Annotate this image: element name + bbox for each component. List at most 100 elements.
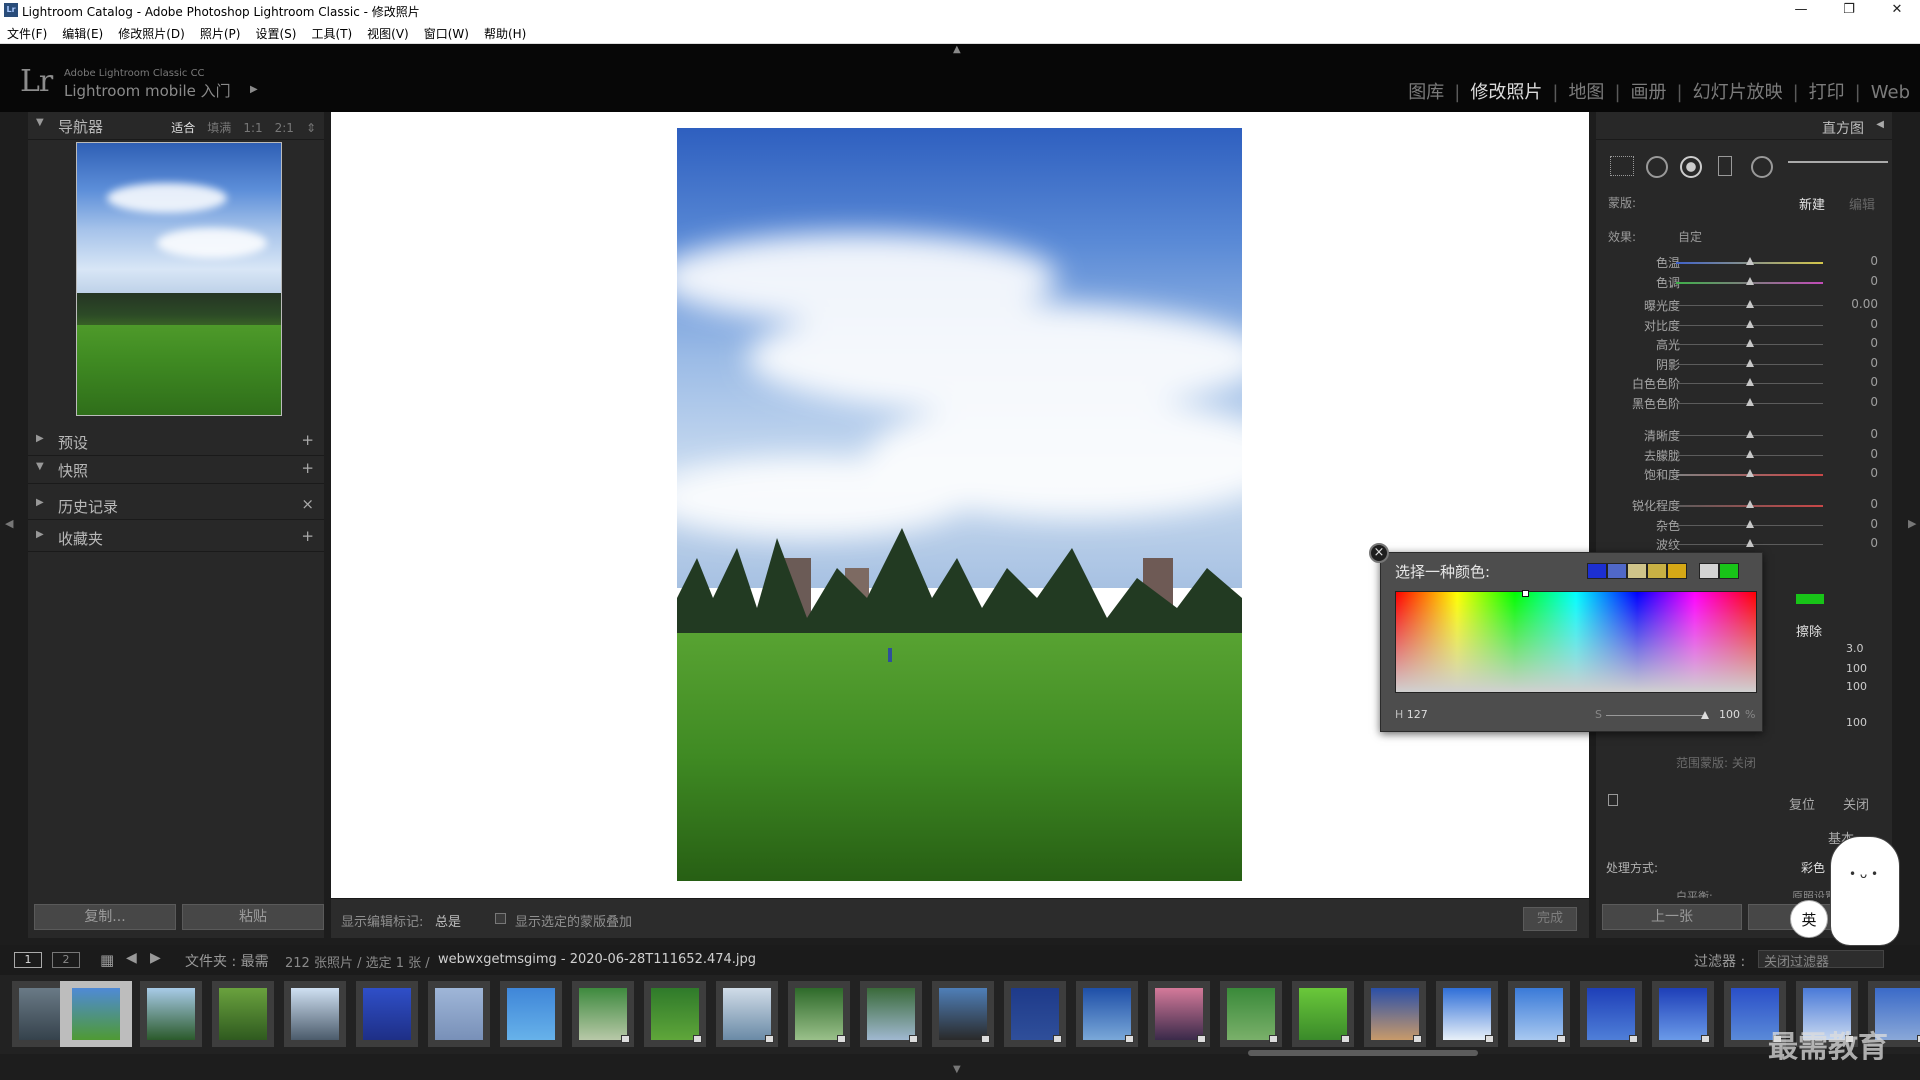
mobile-getting-started[interactable]: Lightroom mobile 入门	[64, 80, 231, 101]
add-collection-icon[interactable]: +	[301, 527, 314, 545]
filmstrip-scrollbar[interactable]	[1248, 1050, 1478, 1056]
play-triangle-icon[interactable]: ▶	[250, 84, 258, 95]
menu-tools[interactable]: 工具(T)	[304, 22, 360, 42]
filmstrip-thumbnail[interactable]	[1292, 981, 1354, 1047]
slider-knob[interactable]	[1746, 469, 1754, 477]
slider-knob[interactable]	[1746, 449, 1754, 458]
reset-button[interactable]: 复位	[1789, 794, 1815, 813]
collections-header[interactable]: ▶ 收藏夹 +	[28, 524, 324, 552]
filmstrip-thumbnail[interactable]	[1220, 981, 1282, 1047]
filmstrip-thumbnail[interactable]	[788, 981, 850, 1047]
minimize-button[interactable]: —	[1778, 0, 1824, 22]
filmstrip-thumbnail[interactable]	[500, 981, 562, 1047]
radial-filter-icon[interactable]	[1751, 156, 1773, 178]
copy-settings-button[interactable]: 复制...	[34, 904, 176, 930]
collapse-bottom-arrow-icon[interactable]: ▼	[953, 1064, 961, 1075]
filmstrip-thumbnail[interactable]	[1580, 981, 1642, 1047]
color-cursor[interactable]	[1522, 590, 1529, 597]
mask-new-button[interactable]: 新建	[1799, 194, 1825, 213]
slider-value[interactable]: 0	[1870, 395, 1878, 409]
menu-file[interactable]: 文件(F)	[0, 22, 55, 42]
menu-view[interactable]: 视图(V)	[360, 22, 417, 42]
zoom-fill[interactable]: 填满	[207, 121, 231, 135]
grid-view-icon[interactable]: ▦	[100, 951, 114, 969]
filmstrip-thumbnail[interactable]	[140, 981, 202, 1047]
filmstrip-thumbnail[interactable]	[1364, 981, 1426, 1047]
forward-arrow-icon[interactable]: ▶	[150, 950, 161, 966]
filmstrip-thumbnail[interactable]	[644, 981, 706, 1047]
main-photo[interactable]	[677, 128, 1242, 881]
slider-knob[interactable]	[1746, 339, 1754, 347]
slider-knob[interactable]	[1746, 539, 1754, 547]
slider-knob[interactable]	[1746, 378, 1754, 386]
zoom-1-1[interactable]: 1:1	[243, 121, 262, 135]
color-swatch[interactable]	[1647, 563, 1667, 579]
color-swatch[interactable]	[1627, 563, 1647, 579]
color-spectrum[interactable]	[1395, 590, 1757, 693]
slider-knob[interactable]	[1746, 430, 1754, 438]
snapshots-header[interactable]: ▼ 快照 +	[28, 456, 324, 484]
filmstrip-thumbnail[interactable]	[428, 981, 490, 1047]
filmstrip-thumbnail[interactable]	[1436, 981, 1498, 1047]
folder-path[interactable]: 文件夹 : 最需	[185, 951, 269, 971]
graduated-filter-icon[interactable]	[1718, 156, 1732, 176]
show-edit-pins-select[interactable]: 总是	[435, 911, 461, 930]
color-swatch[interactable]	[1719, 563, 1739, 579]
filmstrip-thumbnail[interactable]	[1652, 981, 1714, 1047]
slider-value[interactable]: 0	[1870, 536, 1878, 550]
presets-header[interactable]: ▶ 预设 +	[28, 428, 324, 456]
color-swatch[interactable]	[1796, 594, 1824, 604]
filmstrip-thumbnail[interactable]	[356, 981, 418, 1047]
filmstrip-thumbnail[interactable]	[1076, 981, 1138, 1047]
filmstrip-thumbnail[interactable]	[212, 981, 274, 1047]
menu-window[interactable]: 窗口(W)	[417, 22, 477, 42]
slider-value[interactable]: 0	[1870, 274, 1878, 288]
filmstrip-thumbnail[interactable]	[860, 981, 922, 1047]
menu-help[interactable]: 帮助(H)	[477, 22, 534, 42]
navigator-preview[interactable]	[76, 142, 282, 416]
red-eye-icon[interactable]	[1680, 156, 1702, 178]
slider-value[interactable]: 0	[1870, 447, 1878, 461]
module-book[interactable]: 画册	[1631, 82, 1667, 103]
treatment-color[interactable]: 彩色	[1801, 859, 1825, 876]
navigator-header[interactable]: ▼ 导航器 适合 填满 1:1 2:1 ⇕	[28, 112, 324, 140]
slider-knob[interactable]	[1746, 397, 1754, 406]
slider-knob[interactable]	[1746, 319, 1754, 328]
slider-knob[interactable]	[1746, 300, 1754, 308]
module-library[interactable]: 图库	[1408, 82, 1444, 103]
screen-1-button[interactable]: 1	[14, 952, 42, 968]
slider-value[interactable]: 0	[1870, 466, 1878, 480]
history-header[interactable]: ▶ 历史记录 ×	[28, 492, 324, 520]
slider-value[interactable]: 0	[1870, 517, 1878, 531]
slider-value[interactable]: 0	[1870, 336, 1878, 350]
filmstrip-thumbnail[interactable]	[1148, 981, 1210, 1047]
add-snapshot-icon[interactable]: +	[301, 459, 314, 477]
switch-icon[interactable]	[1608, 794, 1618, 806]
slider-value[interactable]: 0	[1870, 254, 1878, 268]
close-mask-button[interactable]: 关闭	[1843, 794, 1869, 813]
filmstrip-thumbnail[interactable]	[572, 981, 634, 1047]
module-print[interactable]: 打印	[1809, 82, 1845, 103]
filter-select[interactable]: 关闭过滤器	[1758, 950, 1884, 970]
slider-value[interactable]: 0.00	[1851, 297, 1878, 311]
menu-photo[interactable]: 照片(P)	[193, 22, 249, 42]
menu-settings[interactable]: 设置(S)	[248, 22, 304, 42]
zoom-menu-icon[interactable]: ⇕	[306, 121, 316, 135]
paste-settings-button[interactable]: 粘贴	[182, 904, 324, 930]
done-button[interactable]: 完成	[1523, 907, 1577, 931]
slider-knob[interactable]	[1746, 276, 1754, 285]
clear-history-icon[interactable]: ×	[301, 495, 314, 513]
histogram-header[interactable]: 直方图 ◀	[1596, 112, 1892, 140]
spot-removal-icon[interactable]	[1646, 156, 1668, 178]
menu-edit[interactable]: 编辑(E)	[55, 22, 111, 42]
filmstrip-thumbnail[interactable]	[60, 981, 132, 1047]
crop-tool-icon[interactable]	[1610, 156, 1634, 176]
collapse-top-arrow-icon[interactable]: ▲	[953, 44, 961, 55]
slider-value[interactable]: 0	[1870, 497, 1878, 511]
maximize-button[interactable]: ❐	[1826, 0, 1872, 22]
module-develop[interactable]: 修改照片	[1470, 82, 1542, 103]
slider-value[interactable]: 0	[1870, 356, 1878, 370]
close-button[interactable]: ✕	[1874, 0, 1920, 22]
module-map[interactable]: 地图	[1568, 82, 1604, 103]
adjustment-brush-icon[interactable]	[1788, 161, 1888, 173]
